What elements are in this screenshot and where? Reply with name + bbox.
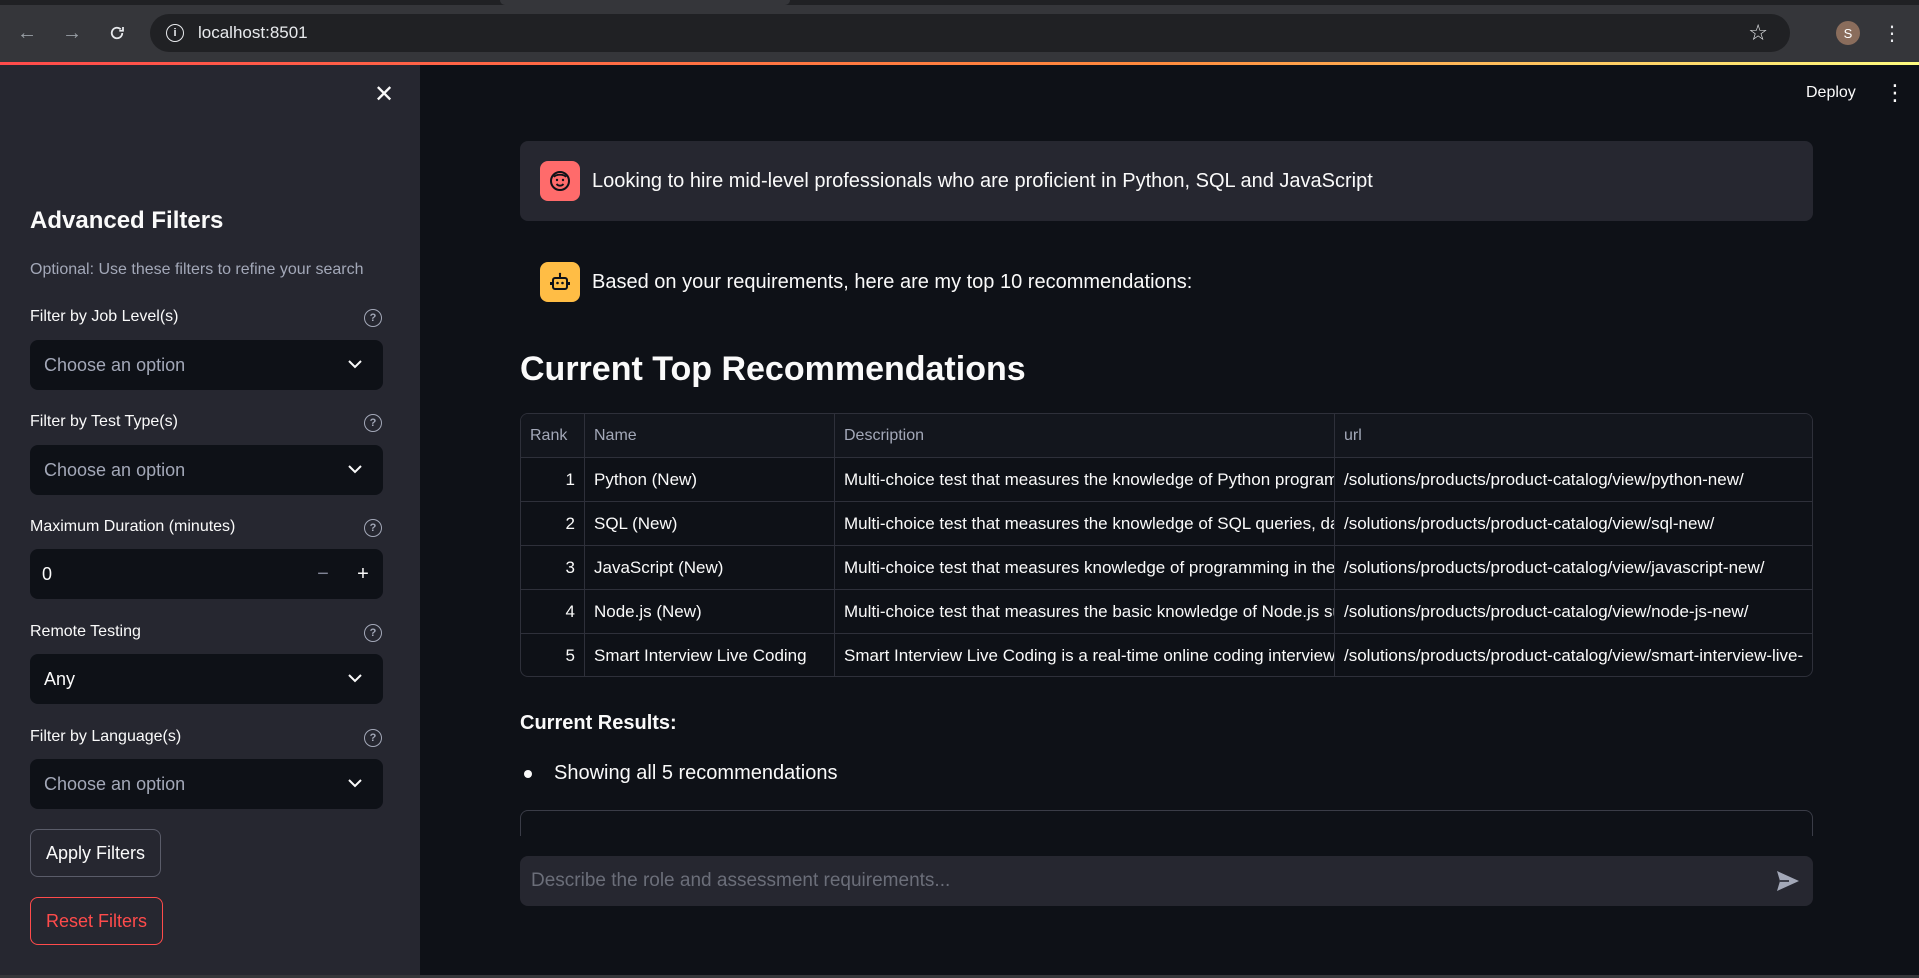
url-cell: /solutions/products/product-catalog/view… (1344, 602, 1749, 621)
send-icon[interactable] (1763, 856, 1813, 906)
description-cell: Multi-choice test that measures the know… (835, 458, 1335, 502)
increment-button[interactable]: + (343, 549, 383, 599)
remote-testing-select[interactable]: Any (30, 654, 383, 704)
recommendations-heading: Current Top Recommendations (520, 350, 1026, 388)
sidebar-caption: Optional: Use these filters to refine yo… (30, 261, 364, 278)
assistant-message-text: Based on your requirements, here are my … (592, 270, 1193, 293)
duration-number-input[interactable]: 0 − + (30, 549, 383, 599)
column-header-description[interactable]: Description (835, 414, 1335, 458)
browser-toolbar: ← → i localhost:8501 ☆ S ⋮ (0, 0, 1919, 65)
tab-strip (0, 0, 1919, 5)
address-url[interactable]: localhost:8501 (198, 23, 308, 43)
test-type-label: Filter by Test Type(s) (30, 413, 178, 430)
name-cell: SQL (New) (585, 502, 835, 546)
column-header-url[interactable]: url (1335, 414, 1812, 458)
description-cell: Multi-choice test that measures the basi… (835, 590, 1335, 634)
language-select[interactable]: Choose an option (30, 759, 383, 809)
test-type-select[interactable]: Choose an option (30, 445, 383, 495)
bookmark-star-icon[interactable]: ☆ (1748, 20, 1768, 46)
name-cell: Node.js (New) (585, 590, 835, 634)
language-placeholder: Choose an option (44, 773, 186, 794)
url-cell: /solutions/products/product-catalog/view… (1344, 646, 1804, 665)
description-cell: Smart Interview Live Coding is a real-ti… (835, 634, 1335, 676)
description-cell: Multi-choice test that measures the know… (835, 502, 1335, 546)
main-menu-icon[interactable]: ⋮ (1884, 80, 1906, 106)
user-avatar-icon (540, 161, 580, 201)
description-cell: Multi-choice test that measures knowledg… (835, 546, 1335, 590)
site-info-icon[interactable]: i (166, 24, 184, 42)
help-icon[interactable]: ? (364, 309, 382, 327)
back-icon[interactable]: ← (12, 18, 42, 48)
decrement-button[interactable]: − (303, 549, 343, 599)
deploy-button[interactable]: Deploy (1806, 84, 1856, 102)
chevron-down-icon (345, 668, 365, 688)
rank-cell: 3 (521, 546, 585, 590)
help-icon[interactable]: ? (364, 519, 382, 537)
column-header-name[interactable]: Name (585, 414, 835, 458)
user-message-text: Looking to hire mid-level professionals … (592, 169, 1373, 192)
url-cell: /solutions/products/product-catalog/view… (1344, 470, 1744, 489)
recommendations-table[interactable]: Rank Name Description url 1 Python (New)… (520, 413, 1813, 677)
url-cell: /solutions/products/product-catalog/view… (1344, 514, 1715, 533)
reload-icon[interactable] (102, 18, 132, 48)
help-icon[interactable]: ? (364, 729, 382, 747)
table-row[interactable]: 3 JavaScript (New) Multi-choice test tha… (521, 546, 1812, 590)
browser-menu-icon[interactable]: ⋮ (1880, 18, 1904, 48)
current-results-title: Current Results: (520, 712, 677, 734)
name-cell: Python (New) (585, 458, 835, 502)
expander[interactable] (520, 810, 1813, 836)
chevron-down-icon (345, 354, 365, 374)
bot-avatar-icon (540, 262, 580, 302)
help-icon[interactable]: ? (364, 414, 382, 432)
duration-label: Maximum Duration (minutes) (30, 518, 236, 535)
table-row[interactable]: 5 Smart Interview Live Coding Smart Inte… (521, 634, 1812, 676)
active-tab[interactable] (500, 0, 790, 5)
language-label: Filter by Language(s) (30, 728, 182, 745)
job-level-select[interactable]: Choose an option (30, 340, 383, 390)
chat-input-container (520, 856, 1813, 906)
help-icon[interactable]: ? (364, 624, 382, 642)
bullet-icon (524, 769, 532, 778)
chevron-down-icon (345, 773, 365, 793)
close-sidebar-icon[interactable]: ✕ (372, 81, 396, 108)
sidebar-title: Advanced Filters (30, 207, 224, 234)
table-row[interactable]: 2 SQL (New) Multi-choice test that measu… (521, 502, 1812, 546)
rank-cell: 4 (521, 590, 585, 634)
remote-testing-label: Remote Testing (30, 623, 141, 640)
results-summary-text: Showing all 5 recommendations (554, 762, 838, 784)
list-item: Showing all 5 recommendations (520, 762, 838, 785)
column-header-rank[interactable]: Rank (521, 414, 585, 458)
duration-value[interactable]: 0 (42, 564, 303, 585)
remote-testing-value: Any (44, 668, 76, 689)
test-type-placeholder: Choose an option (44, 459, 186, 480)
name-cell: Smart Interview Live Coding (585, 634, 835, 676)
job-level-placeholder: Choose an option (44, 354, 186, 375)
user-message: Looking to hire mid-level professionals … (520, 141, 1813, 221)
name-cell: JavaScript (New) (585, 546, 835, 590)
address-bar[interactable]: i localhost:8501 ☆ (150, 14, 1790, 52)
table-header-row: Rank Name Description url (521, 414, 1812, 458)
apply-filters-button[interactable]: Apply Filters (30, 829, 162, 877)
url-cell: /solutions/products/product-catalog/view… (1344, 558, 1765, 577)
rank-cell: 5 (521, 634, 585, 676)
chat-input[interactable] (520, 856, 1763, 906)
forward-icon[interactable]: → (57, 18, 87, 48)
table-row[interactable]: 4 Node.js (New) Multi-choice test that m… (521, 590, 1812, 634)
sidebar: ✕ Advanced Filters Optional: Use these f… (0, 65, 420, 976)
table-row[interactable]: 1 Python (New) Multi-choice test that me… (521, 458, 1812, 502)
reset-filters-button[interactable]: Reset Filters (30, 897, 164, 945)
profile-avatar[interactable]: S (1836, 21, 1860, 45)
chevron-down-icon (345, 459, 365, 479)
assistant-message: Based on your requirements, here are my … (520, 242, 1813, 322)
rank-cell: 2 (521, 502, 585, 546)
job-level-label: Filter by Job Level(s) (30, 308, 179, 325)
rank-cell: 1 (521, 458, 585, 502)
